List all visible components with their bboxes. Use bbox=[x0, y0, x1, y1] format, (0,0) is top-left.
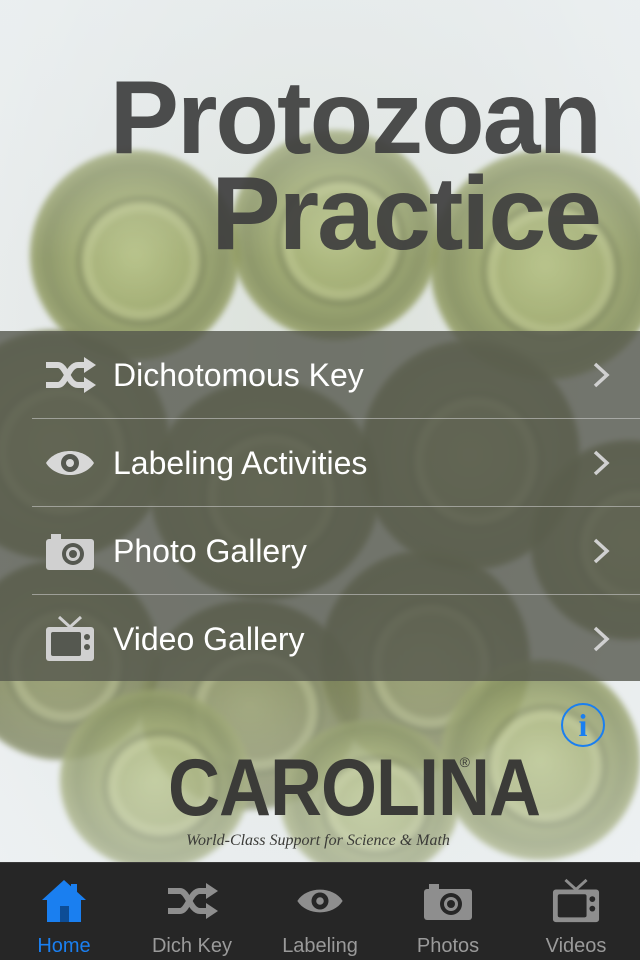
tv-icon bbox=[546, 875, 606, 927]
tab-bar: Home Dich Key Labeling Photos Videos bbox=[0, 862, 640, 960]
tab-label: Photos bbox=[416, 935, 480, 957]
menu-item-photo-gallery[interactable]: Photo Gallery bbox=[0, 507, 640, 595]
tab-label: Home bbox=[37, 935, 91, 957]
tab-videos[interactable]: Videos bbox=[512, 863, 640, 960]
tv-icon bbox=[44, 615, 96, 661]
tab-labeling[interactable]: Labeling bbox=[256, 863, 384, 960]
tab-label: Dich Key bbox=[151, 935, 233, 957]
chevron-right-icon bbox=[593, 626, 610, 652]
chevron-right-icon bbox=[593, 450, 610, 476]
tab-photos[interactable]: Photos bbox=[384, 863, 512, 960]
shuffle-icon bbox=[44, 353, 96, 397]
menu-item-label: Photo Gallery bbox=[113, 532, 307, 569]
menu-item-dichotomous-key[interactable]: Dichotomous Key bbox=[0, 331, 640, 419]
main-menu: Dichotomous Key Labeling Activities Phot… bbox=[0, 331, 640, 681]
home-icon bbox=[34, 875, 94, 927]
info-button[interactable]: i bbox=[561, 703, 605, 747]
logo-wordmark: CAROLINA bbox=[168, 743, 541, 833]
carolina-logo: CAROLINA ® World-Class Support for Scien… bbox=[168, 748, 541, 852]
chevron-right-icon bbox=[593, 538, 610, 564]
info-icon: i bbox=[578, 707, 588, 743]
tab-label: Labeling bbox=[282, 935, 358, 957]
logo-tagline: World-Class Support for Science & Math bbox=[186, 832, 450, 849]
app-title-line-2: Practice bbox=[211, 156, 602, 272]
eye-icon bbox=[290, 875, 350, 927]
tab-label: Videos bbox=[545, 935, 607, 957]
registered-mark: ® bbox=[459, 754, 470, 770]
menu-item-label: Video Gallery bbox=[113, 620, 305, 657]
eye-icon bbox=[44, 441, 96, 485]
camera-icon bbox=[418, 875, 478, 927]
chevron-right-icon bbox=[593, 362, 610, 388]
menu-item-video-gallery[interactable]: Video Gallery bbox=[0, 595, 640, 683]
menu-item-labeling-activities[interactable]: Labeling Activities bbox=[0, 419, 640, 507]
tab-dich-key[interactable]: Dich Key bbox=[128, 863, 256, 960]
menu-item-label: Labeling Activities bbox=[113, 444, 368, 481]
camera-icon bbox=[44, 529, 96, 573]
app-title: Protozoan Practice bbox=[109, 60, 602, 272]
shuffle-icon bbox=[162, 875, 222, 927]
app-title-line-1: Protozoan bbox=[109, 60, 602, 176]
menu-item-label: Dichotomous Key bbox=[113, 356, 364, 393]
tab-home[interactable]: Home bbox=[0, 863, 128, 960]
